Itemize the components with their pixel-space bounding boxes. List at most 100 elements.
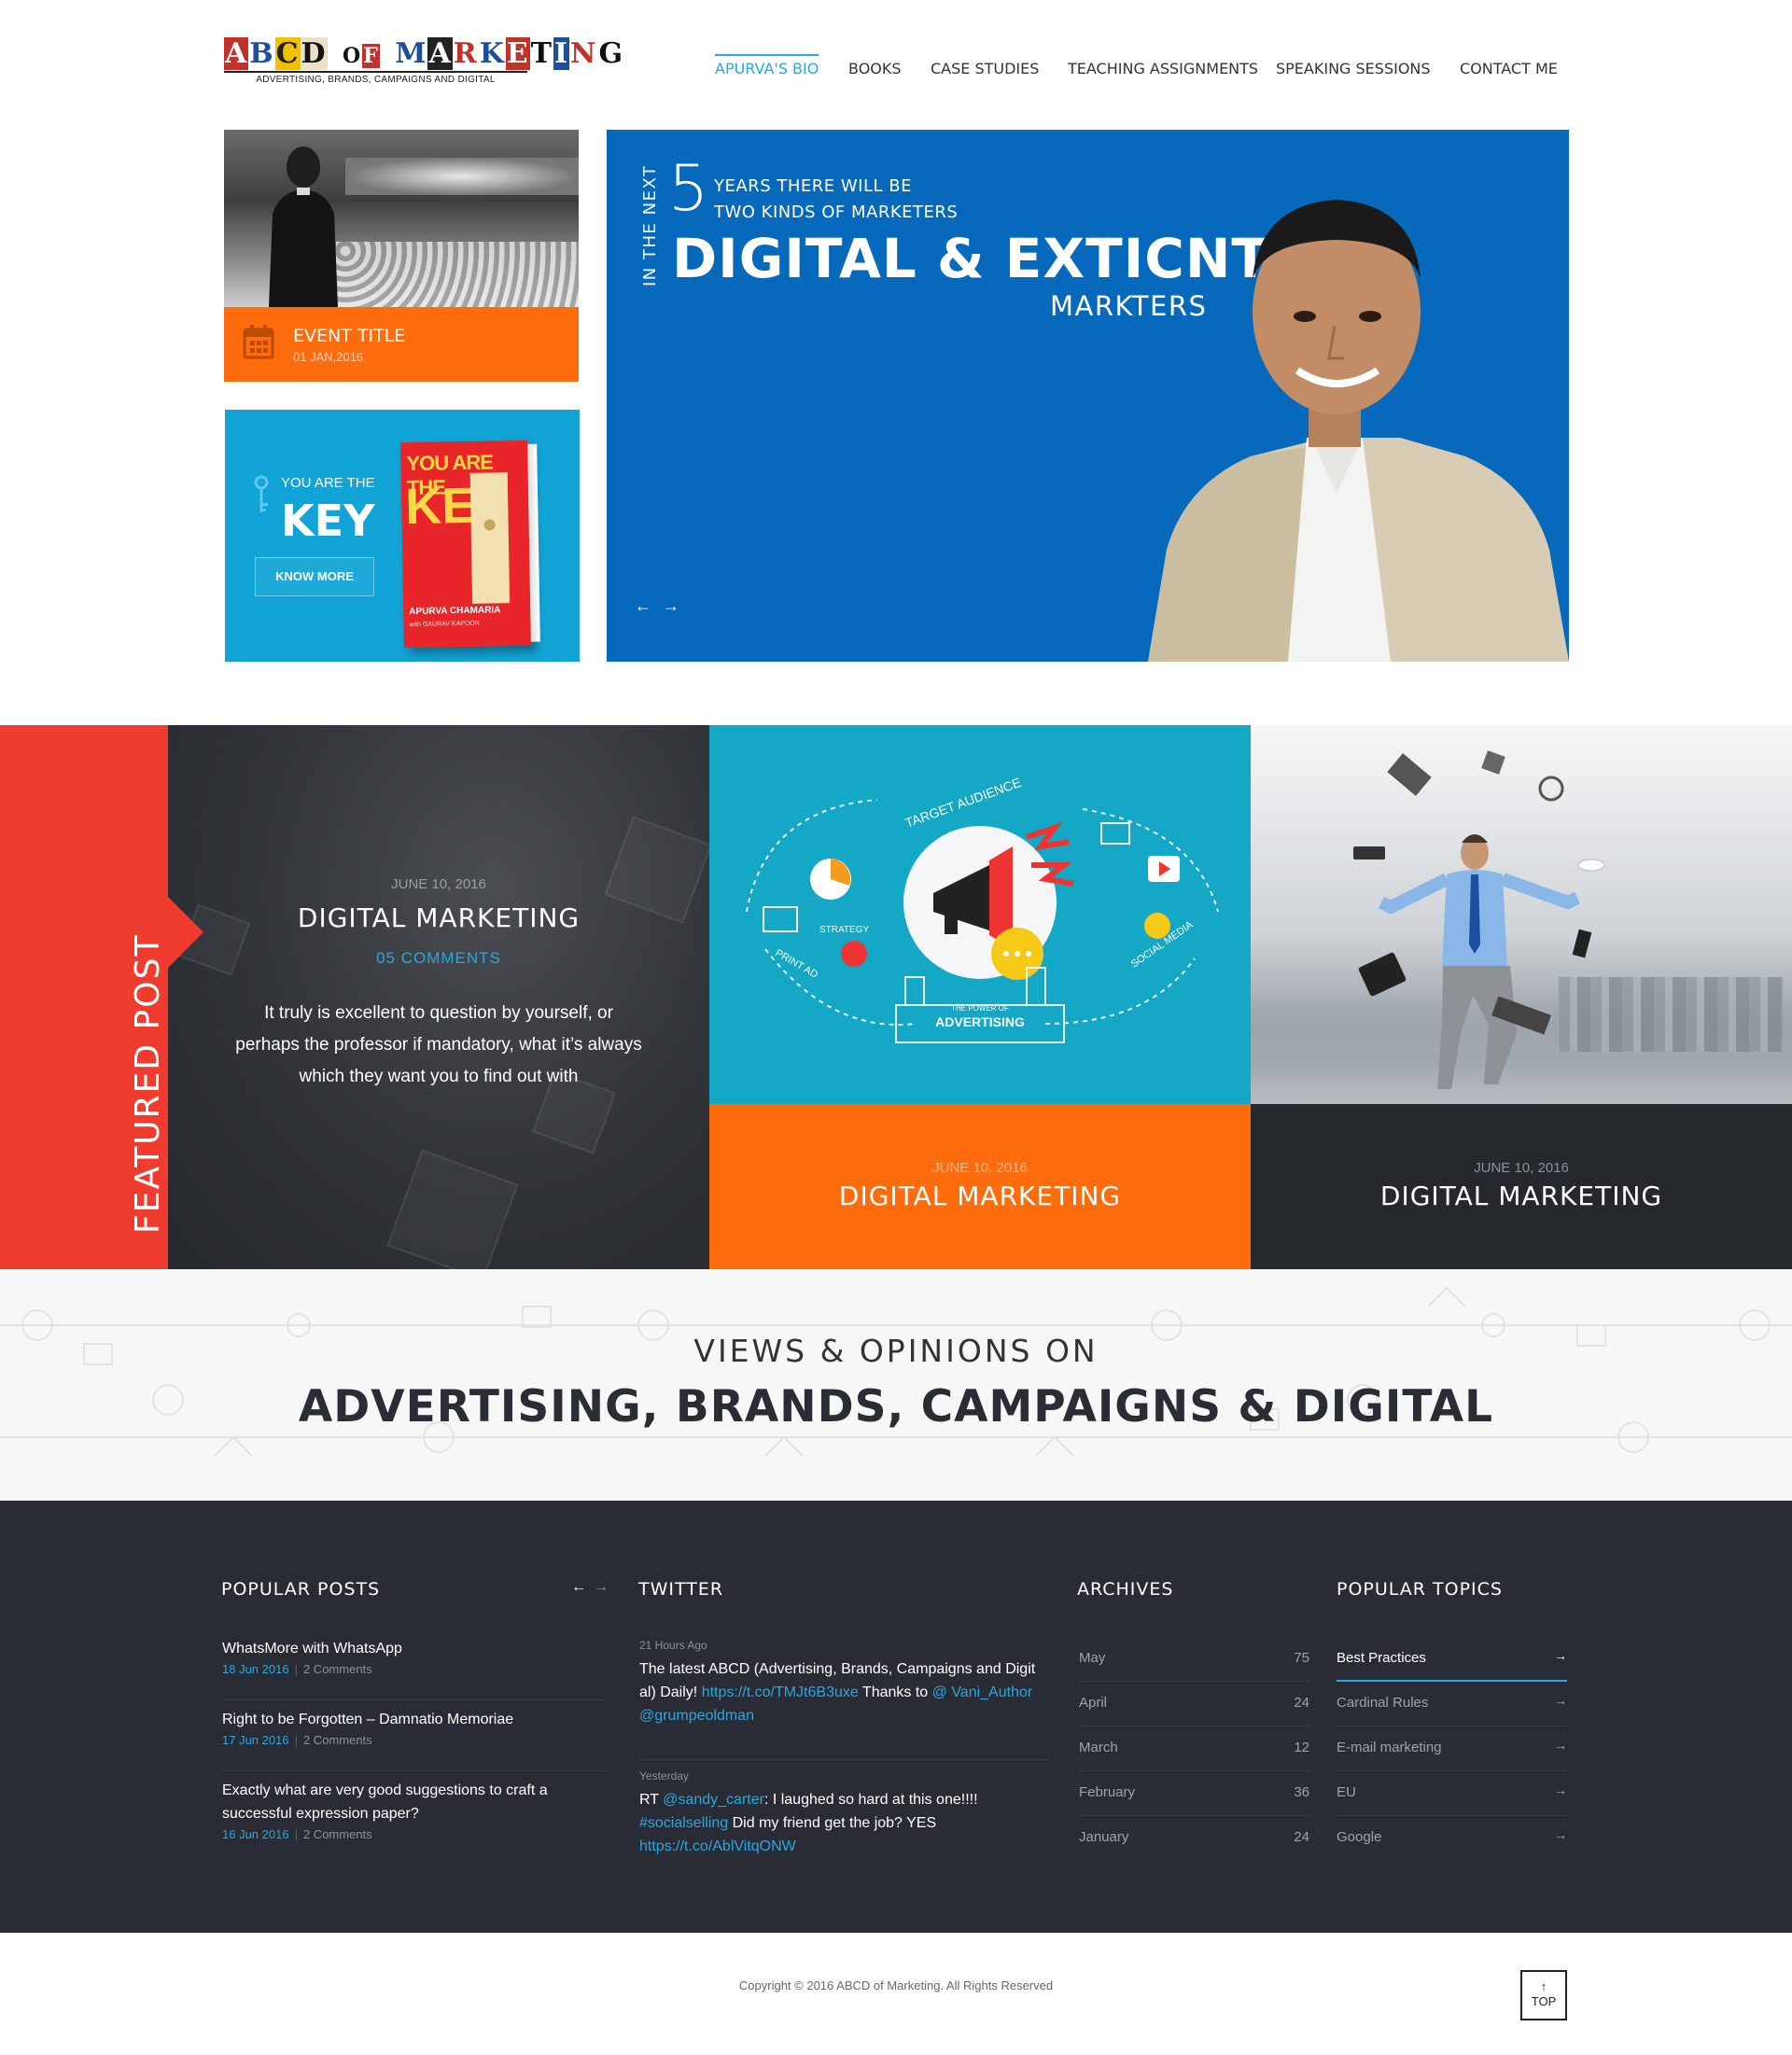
nav-case-studies[interactable]: CASE STUDIES bbox=[931, 54, 1039, 77]
popular-post-comments[interactable]: 2 Comments bbox=[303, 1662, 372, 1676]
hero-line-2: TWO KINDS OF MARKETERS bbox=[714, 203, 959, 222]
know-more-button[interactable]: KNOW MORE bbox=[255, 557, 374, 596]
topic-item[interactable]: Google → bbox=[1337, 1816, 1567, 1861]
speaker-silhouette bbox=[269, 147, 338, 307]
topic-item[interactable]: EU → bbox=[1337, 1771, 1567, 1816]
popular-post-comments[interactable]: 2 Comments bbox=[303, 1827, 372, 1841]
archive-item[interactable]: April 24 bbox=[1079, 1682, 1309, 1726]
archive-month: May bbox=[1079, 1650, 1106, 1666]
nav-speaking-sessions[interactable]: SPEAKING SESSIONS bbox=[1276, 54, 1431, 77]
back-to-top-button[interactable]: ↑ TOP bbox=[1520, 1970, 1567, 2020]
print-ad-label: PRINT AD bbox=[774, 947, 820, 981]
archive-count: 75 bbox=[1294, 1650, 1309, 1666]
post-2-date: JUNE 10, 2016 bbox=[932, 1160, 1028, 1176]
post-card-dark[interactable]: JUNE 10, 2016 DIGITAL MARKETING bbox=[1251, 1104, 1792, 1269]
tweet: Yesterday RT @sandy_carter: I laughed so… bbox=[639, 1769, 1050, 1858]
nav-apurvas-bio[interactable]: APURVA'S BIO bbox=[715, 54, 819, 77]
hero-number: 5 bbox=[668, 152, 709, 226]
arrow-right-icon: → bbox=[1554, 1648, 1567, 1663]
juggler-figure bbox=[1353, 750, 1605, 1089]
footer-widgets: POPULAR POSTS ← → WhatsMore with WhatsAp… bbox=[0, 1501, 1792, 1933]
nav-teaching-assignments[interactable]: TEACHING ASSIGNMENTS bbox=[1068, 54, 1258, 77]
author-portrait bbox=[1148, 200, 1569, 662]
tweet-link[interactable]: https://t.co/TMJt6B3uxe bbox=[702, 1685, 859, 1700]
book-cover-image[interactable]: YOU ARE THE KEY APURVA CHAMARIA with GAU… bbox=[400, 440, 540, 649]
topic-item[interactable]: E-mail marketing → bbox=[1337, 1726, 1567, 1771]
book-tagline: YOU ARE THE bbox=[281, 475, 375, 491]
featured-post-excerpt: It truly is excellent to question by you… bbox=[235, 1003, 642, 1086]
popular-topics-title: POPULAR TOPICS bbox=[1337, 1579, 1503, 1600]
popular-prev-arrow[interactable]: ← bbox=[571, 1579, 586, 1596]
post-3-title[interactable]: DIGITAL MARKETING bbox=[1251, 1181, 1792, 1211]
site-logo[interactable]: ABCD OF MARKETING ADVERTISING, BRANDS, C… bbox=[224, 37, 623, 90]
hero-slider: IN THE NEXT 5 YEARS THERE WILL BE TWO KI… bbox=[607, 130, 1569, 662]
topic-name: Best Practices bbox=[1337, 1650, 1426, 1666]
featured-post-title[interactable]: DIGITAL MARKETING bbox=[168, 902, 709, 933]
logo-tagline: ADVERTISING, BRANDS, CAMPAIGNS AND DIGIT… bbox=[256, 75, 496, 85]
tweet-link[interactable]: https://t.co/AblVitqONW bbox=[639, 1838, 796, 1854]
views-title: ADVERTISING, BRANDS, CAMPAIGNS & DIGITAL bbox=[298, 1381, 1494, 1433]
nav-contact-me[interactable]: CONTACT ME bbox=[1460, 54, 1558, 77]
popular-post-item[interactable]: Right to be Forgotten – Damnatio Memoria… bbox=[222, 1708, 607, 1771]
featured-main-post[interactable]: JUNE 10, 2016 DIGITAL MARKETING 05 COMME… bbox=[168, 725, 709, 1269]
views-banner: VIEWS & OPINIONS ON ADVERTISING, BRANDS,… bbox=[0, 1269, 1792, 1501]
event-bar: EVENT TITLE 01 JAN,2016 bbox=[224, 307, 579, 382]
archive-item[interactable]: February 36 bbox=[1079, 1771, 1309, 1816]
advertising-label: ADVERTISING bbox=[935, 1014, 1025, 1029]
logo-divider bbox=[224, 71, 527, 73]
topic-item[interactable]: Best Practices → bbox=[1337, 1637, 1567, 1682]
featured-post-date: JUNE 10, 2016 bbox=[391, 876, 486, 892]
archive-month: February bbox=[1079, 1784, 1136, 1800]
popular-post-item[interactable]: WhatsMore with WhatsApp 18 Jun 2016 | 2 Co… bbox=[222, 1637, 607, 1700]
page: ABCD OF MARKETING ADVERTISING, BRANDS, C… bbox=[0, 0, 1792, 2055]
archive-item[interactable]: January 24 bbox=[1079, 1816, 1309, 1861]
popular-post-comments[interactable]: 2 Comments bbox=[303, 1733, 372, 1747]
archive-month: January bbox=[1079, 1829, 1129, 1845]
popular-post-title[interactable]: WhatsMore with WhatsApp bbox=[222, 1637, 607, 1660]
advertising-illustration[interactable]: TARGET AUDIENCE STRATEGY PRINT AD SOCIAL… bbox=[709, 725, 1251, 1104]
tweet-mention[interactable]: @sandy_carter bbox=[663, 1792, 764, 1808]
arrow-up-icon: ↑ bbox=[1540, 1979, 1547, 1993]
tweet-text: The latest ABCD (Advertising, Brands, Ca… bbox=[639, 1661, 1036, 1724]
tweet-text: RT @sandy_carter: I laughed so hard at t… bbox=[639, 1792, 978, 1854]
popular-post-date: 16 Jun 2016 bbox=[222, 1827, 289, 1841]
views-subtitle: VIEWS & OPINIONS ON bbox=[693, 1333, 1099, 1369]
archive-item[interactable]: March 12 bbox=[1079, 1726, 1309, 1771]
post-card-orange[interactable]: JUNE 10, 2016 DIGITAL MARKETING bbox=[709, 1104, 1251, 1269]
arrow-right-icon: → bbox=[1554, 1693, 1567, 1708]
popular-next-arrow[interactable]: → bbox=[594, 1579, 609, 1596]
post-2-title[interactable]: DIGITAL MARKETING bbox=[709, 1181, 1251, 1211]
featured-post-comments[interactable]: 05 COMMENTS bbox=[168, 949, 709, 968]
event-card[interactable]: EVENT TITLE 01 JAN,2016 bbox=[224, 130, 579, 382]
hero-next-arrow[interactable]: → bbox=[663, 596, 679, 616]
top-label: TOP bbox=[1531, 1994, 1557, 2008]
tweet-time: 21 Hours Ago bbox=[639, 1639, 707, 1652]
hero-prev-arrow[interactable]: ← bbox=[635, 596, 651, 616]
nav-books[interactable]: BOOKS bbox=[848, 54, 902, 77]
popular-posts-title: POPULAR POSTS bbox=[221, 1579, 381, 1600]
arrow-right-icon: → bbox=[1554, 1827, 1567, 1842]
book-title: KEY bbox=[281, 496, 375, 546]
hero-line-1: YEARS THERE WILL BE bbox=[714, 176, 912, 196]
calendar-icon bbox=[243, 325, 274, 359]
tweet-hashtag[interactable]: #socialselling bbox=[639, 1815, 728, 1831]
multitasking-businessman-photo[interactable] bbox=[1251, 725, 1792, 1104]
topic-name: Google bbox=[1337, 1829, 1382, 1845]
popular-post-item[interactable]: Exactly what are very good suggestions t… bbox=[222, 1779, 607, 1868]
megaphone-illustration: TARGET AUDIENCE STRATEGY PRINT AD SOCIAL… bbox=[746, 775, 1219, 1043]
topic-item[interactable]: Cardinal Rules → bbox=[1337, 1682, 1567, 1726]
archive-count: 24 bbox=[1294, 1829, 1309, 1845]
archive-item[interactable]: May 75 bbox=[1079, 1637, 1309, 1682]
event-photo bbox=[224, 130, 579, 307]
featured-tab: FEATURED POST bbox=[0, 725, 203, 1269]
archives-title: ARCHIVES bbox=[1077, 1579, 1174, 1600]
archive-count: 36 bbox=[1294, 1784, 1309, 1800]
book-card: YOU ARE THE KEY KNOW MORE YOU ARE THE KE… bbox=[225, 410, 580, 662]
door-handle-illustration bbox=[469, 472, 511, 604]
key-icon bbox=[254, 475, 269, 512]
popular-post-title[interactable]: Exactly what are very good suggestions t… bbox=[222, 1779, 607, 1825]
topic-name: EU bbox=[1337, 1784, 1356, 1800]
arrow-right-icon: → bbox=[1554, 1738, 1567, 1753]
topic-name: Cardinal Rules bbox=[1337, 1695, 1429, 1711]
popular-post-title[interactable]: Right to be Forgotten – Damnatio Memoria… bbox=[222, 1708, 607, 1731]
